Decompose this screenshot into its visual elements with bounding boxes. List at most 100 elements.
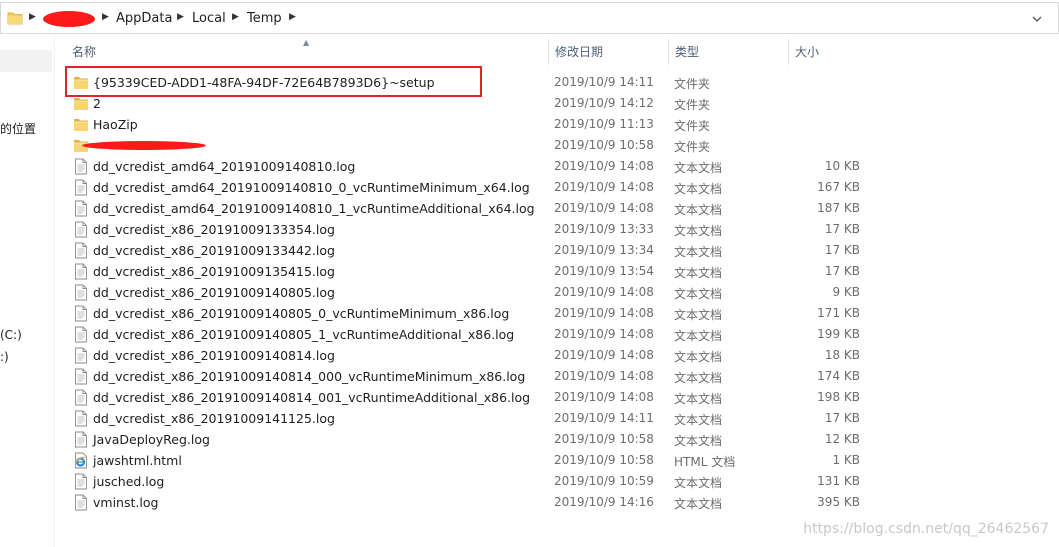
html-file-icon bbox=[73, 452, 89, 469]
nav-item-drive[interactable]: :) bbox=[0, 350, 9, 364]
breadcrumb-separator[interactable]: ▶ bbox=[289, 12, 296, 22]
text-file-icon bbox=[73, 179, 89, 196]
breadcrumb-separator[interactable]: ▶ bbox=[29, 12, 36, 22]
file-row[interactable]: dd_vcredist_amd64_20191009140810_1_vcRun… bbox=[68, 198, 868, 219]
file-modified-date: 2019/10/9 10:58 bbox=[554, 432, 654, 446]
file-type: 文本文档 bbox=[674, 392, 723, 406]
file-row[interactable]: jawshtml.html 2019/10/9 10:58 HTML 文档 1 KB bbox=[68, 450, 868, 471]
file-name: dd_vcredist_x86_20191009140814_001_vcRun… bbox=[93, 390, 531, 405]
breadcrumb-separator[interactable]: ▶ bbox=[102, 12, 109, 22]
file-name: jawshtml.html bbox=[93, 453, 182, 468]
file-size: 199 KB bbox=[817, 327, 860, 341]
file-row[interactable]: 2019/10/9 10:58 文件夹 bbox=[68, 135, 868, 156]
file-name: HaoZip bbox=[93, 117, 138, 132]
chevron-down-icon[interactable] bbox=[1032, 15, 1042, 23]
file-row[interactable]: dd_vcredist_x86_20191009140805_0_vcRunti… bbox=[68, 303, 868, 324]
column-header-row: 名称 修改日期 类型 大小 bbox=[66, 39, 868, 65]
file-row[interactable]: HaoZip 2019/10/9 11:13 文件夹 bbox=[68, 114, 868, 135]
file-modified-date: 2019/10/9 14:08 bbox=[554, 306, 654, 320]
file-modified-date: 2019/10/9 14:08 bbox=[554, 180, 654, 194]
file-type: 文本文档 bbox=[674, 413, 723, 427]
column-header-date[interactable]: 修改日期 bbox=[548, 39, 668, 65]
file-name: vminst.log bbox=[93, 495, 159, 510]
breadcrumb-separator[interactable]: ▶ bbox=[232, 12, 239, 22]
file-name: dd_vcredist_x86_20191009133354.log bbox=[93, 222, 335, 237]
file-size: 18 KB bbox=[824, 348, 860, 362]
file-row[interactable]: jusched.log 2019/10/9 10:59 文本文档 131 KB bbox=[68, 471, 868, 492]
file-size: 17 KB bbox=[824, 243, 860, 257]
file-row[interactable]: vminst.log 2019/10/9 14:16 文本文档 395 KB bbox=[68, 492, 868, 513]
navigation-pane[interactable]: 的位置 (C:) :) bbox=[0, 36, 55, 547]
file-size: 395 KB bbox=[817, 495, 860, 509]
breadcrumb-separator[interactable]: ▶ bbox=[177, 12, 184, 22]
file-row[interactable]: dd_vcredist_x86_20191009140805_1_vcRunti… bbox=[68, 324, 868, 345]
text-file-icon bbox=[73, 347, 89, 364]
file-size: 17 KB bbox=[824, 411, 860, 425]
text-file-icon bbox=[73, 431, 89, 448]
file-row[interactable]: dd_vcredist_x86_20191009140814.log 2019/1… bbox=[68, 345, 868, 366]
file-row[interactable]: dd_vcredist_x86_20191009140814_001_vcRun… bbox=[68, 387, 868, 408]
file-type: 文件夹 bbox=[674, 140, 711, 154]
file-row[interactable]: dd_vcredist_x86_20191009140805.log 2019/1… bbox=[68, 282, 868, 303]
file-modified-date: 2019/10/9 13:54 bbox=[554, 264, 654, 278]
file-modified-date: 2019/10/9 14:08 bbox=[554, 159, 654, 173]
file-row[interactable]: dd_vcredist_amd64_20191009140810_0_vcRun… bbox=[68, 177, 868, 198]
file-name: dd_vcredist_x86_20191009140805_0_vcRunti… bbox=[93, 306, 510, 321]
file-type: 文本文档 bbox=[674, 182, 723, 196]
file-modified-date: 2019/10/9 13:34 bbox=[554, 243, 654, 257]
file-type: 文本文档 bbox=[674, 329, 723, 343]
text-file-icon bbox=[73, 389, 89, 406]
nav-item-drive-c[interactable]: (C:) bbox=[0, 328, 22, 342]
file-type: 文件夹 bbox=[674, 119, 711, 133]
file-row[interactable]: dd_vcredist_x86_20191009141125.log 2019/1… bbox=[68, 408, 868, 429]
folder-icon bbox=[73, 116, 89, 133]
file-modified-date: 2019/10/9 14:11 bbox=[554, 411, 654, 425]
file-type: 文本文档 bbox=[674, 308, 723, 322]
file-row[interactable]: dd_vcredist_x86_20191009133354.log 2019/1… bbox=[68, 219, 868, 240]
file-size: 1 KB bbox=[832, 453, 860, 467]
file-type: 文本文档 bbox=[674, 287, 723, 301]
file-type: 文本文档 bbox=[674, 434, 723, 448]
file-size: 9 KB bbox=[832, 285, 860, 299]
file-size: 198 KB bbox=[817, 390, 860, 404]
column-header-size[interactable]: 大小 bbox=[788, 39, 868, 65]
file-modified-date: 2019/10/9 10:58 bbox=[554, 453, 654, 467]
file-size: 171 KB bbox=[817, 306, 860, 320]
text-file-icon bbox=[73, 158, 89, 175]
file-row[interactable]: dd_vcredist_x86_20191009140814_000_vcRun… bbox=[68, 366, 868, 387]
file-type: 文本文档 bbox=[674, 245, 723, 259]
file-size: 174 KB bbox=[817, 369, 860, 383]
file-row[interactable]: dd_vcredist_x86_20191009135415.log 2019/1… bbox=[68, 261, 868, 282]
file-type: 文本文档 bbox=[674, 350, 723, 364]
file-name: dd_vcredist_x86_20191009140805_1_vcRunti… bbox=[93, 327, 515, 342]
text-file-icon bbox=[73, 242, 89, 259]
breadcrumb-appdata[interactable]: AppData bbox=[116, 11, 172, 26]
column-header-name[interactable]: 名称 bbox=[66, 39, 548, 65]
file-modified-date: 2019/10/9 10:59 bbox=[554, 474, 654, 488]
folder-icon bbox=[7, 12, 23, 25]
file-name: JavaDeployReg.log bbox=[93, 432, 210, 447]
file-modified-date: 2019/10/9 14:08 bbox=[554, 285, 654, 299]
file-modified-date: 2019/10/9 14:08 bbox=[554, 201, 654, 215]
breadcrumb-local[interactable]: Local bbox=[192, 11, 226, 26]
watermark: https://blog.csdn.net/qq_26462567 bbox=[803, 521, 1049, 537]
file-type: 文本文档 bbox=[674, 266, 723, 280]
address-bar[interactable]: ▶ ▶ AppData ▶ Local ▶ Temp ▶ bbox=[0, 2, 1059, 34]
text-file-icon bbox=[73, 305, 89, 322]
file-type: 文本文档 bbox=[674, 224, 723, 238]
file-name: dd_vcredist_amd64_20191009140810.log bbox=[93, 159, 356, 174]
text-file-icon bbox=[73, 221, 89, 238]
text-file-icon bbox=[73, 263, 89, 280]
nav-item-recent-places[interactable]: 的位置 bbox=[0, 120, 36, 137]
file-row[interactable]: JavaDeployReg.log 2019/10/9 10:58 文本文档 12 K… bbox=[68, 429, 868, 450]
file-size: 10 KB bbox=[824, 159, 860, 173]
file-row[interactable]: dd_vcredist_amd64_20191009140810.log 2019… bbox=[68, 156, 868, 177]
redacted-filename bbox=[82, 141, 206, 150]
column-header-type[interactable]: 类型 bbox=[668, 39, 788, 65]
nav-selected-item[interactable] bbox=[0, 50, 52, 72]
file-size: 17 KB bbox=[824, 264, 860, 278]
breadcrumb-temp[interactable]: Temp bbox=[247, 11, 282, 26]
file-type: 文本文档 bbox=[674, 161, 723, 175]
file-row[interactable]: dd_vcredist_x86_20191009133442.log 2019/1… bbox=[68, 240, 868, 261]
file-type: 文件夹 bbox=[674, 77, 711, 91]
